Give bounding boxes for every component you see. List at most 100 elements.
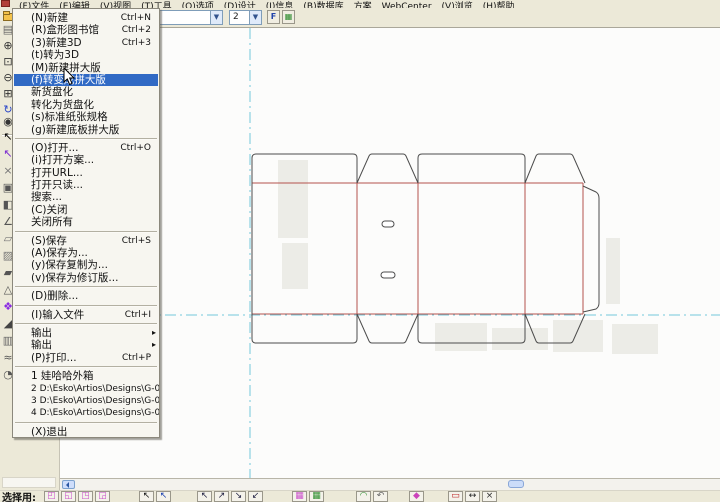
select-previous-button[interactable]: ↖ — [197, 491, 212, 502]
menubar-item-8[interactable]: (B)数据库 — [298, 0, 348, 8]
menu-item-convert-to-manufacturing[interactable]: (f)转变成拼大版 — [14, 74, 158, 86]
menu-item-label: (I)输入文件 — [31, 309, 84, 321]
menu-item-new-counter-layout[interactable]: (g)新建底板拼大版 — [13, 124, 159, 136]
menu-item-save-as[interactable]: (A)保存为... — [13, 247, 159, 259]
status-label: 选择用: — [2, 489, 36, 502]
menu-item-recent-4[interactable]: 4 D:\Esko\Artios\Designs\G-0015 — [13, 407, 159, 419]
menu-item-open-project[interactable]: (i)打开方案... — [13, 154, 159, 166]
menu-item-open-readonly[interactable]: 打开只读... — [13, 179, 159, 191]
menu-item-label: (i)打开方案... — [31, 154, 94, 166]
flag-select-button[interactable]: ◆ — [409, 491, 424, 502]
status-button-group-2: ↖↖ — [139, 491, 173, 502]
menu-item-convert-to-palletization[interactable]: 转化为货盘化 — [13, 99, 159, 111]
select-rect-all-button[interactable]: ◲ — [95, 491, 110, 502]
style-combo[interactable]: ▼ — [150, 10, 223, 25]
select-rect-inside-icon: ◰ — [47, 491, 56, 501]
stretch-button[interactable]: ↔ — [465, 491, 480, 502]
menu-item-delete[interactable]: (D)删除... — [13, 290, 159, 302]
chevron-down-icon[interactable]: ▼ — [210, 11, 222, 24]
select-arrow-button[interactable]: ↖ — [139, 491, 154, 502]
select-rect-cross-button[interactable]: ◱ — [61, 491, 76, 502]
menu-shortcut: Ctrl+S — [122, 235, 151, 247]
menu-item-export-2[interactable]: 输出 ▸ — [13, 339, 159, 351]
menu-item-new-3d[interactable]: (3)新建3DCtrl+3 — [13, 37, 159, 49]
menu-item-label: (C)关闭 — [31, 204, 68, 216]
watermark-shape — [278, 160, 658, 354]
scale-combo[interactable]: 2 ▼ — [229, 10, 262, 25]
menu-item-open[interactable]: (O)打开...Ctrl+O — [13, 142, 159, 154]
menubar-item-7[interactable]: (I)信息 — [261, 0, 299, 8]
zoom-rect-button[interactable]: ▭ — [448, 491, 463, 502]
menu-item-new-palletization[interactable]: 新货盘化 — [13, 86, 159, 98]
menubar-item-6[interactable]: (D)设计 — [219, 0, 261, 8]
select-next-button[interactable]: ↗ — [214, 491, 229, 502]
menu-item-recent-1[interactable]: 1 娃哈哈外箱 — [13, 370, 159, 382]
menu-item-standard-sheet-sizes[interactable]: (s)标准纸张规格 — [13, 111, 159, 123]
menu-bar: (F)文件(E)编辑(V)视图(T)工具(O)选项(D)设计(I)信息(B)数据… — [0, 0, 720, 8]
menu-separator — [15, 422, 157, 424]
bottom-left-panel — [0, 438, 60, 490]
menu-separator — [15, 305, 157, 307]
undo-select-button[interactable]: ↶ — [373, 491, 388, 502]
cut-selection-button[interactable]: × — [482, 491, 497, 502]
menu-shortcut: Ctrl+O — [120, 142, 151, 154]
menu-item-close-all[interactable]: 关闭所有 — [13, 216, 159, 228]
menubar-item-10[interactable]: WebCenter — [377, 0, 437, 8]
menu-item-new-manufacturing[interactable]: (M)新建拼大版 — [13, 62, 159, 74]
scrollbar-thumb[interactable] — [508, 480, 524, 488]
menu-item-label: (A)保存为... — [31, 247, 88, 259]
app-icon — [1, 0, 10, 7]
status-bar: 选择用: ◰◱◳◲↖↖↖↗↘↙▦▦◠↶◆▭↔× — [0, 490, 720, 502]
menubar-item-2[interactable]: (E)编辑 — [54, 0, 95, 8]
select-arrow-add-icon: ↖ — [160, 491, 168, 501]
select-rect-inside-button[interactable]: ◰ — [44, 491, 59, 502]
select-outside-button[interactable]: ↙ — [248, 491, 263, 502]
menu-item-export-1[interactable]: 输出▸ — [13, 327, 159, 339]
submenu-arrow-icon: ▸ — [152, 339, 156, 351]
arc-select-button[interactable]: ◠ — [356, 491, 371, 502]
group-select-icon: ▦ — [295, 491, 304, 501]
menu-item-save-as-revision[interactable]: (v)保存为修订版... — [13, 272, 159, 284]
select-inside-button[interactable]: ↘ — [231, 491, 246, 502]
menu-item-label: (t)转为3D — [31, 49, 79, 61]
menu-item-label: 输出 — [31, 339, 52, 351]
menubar-item-11[interactable]: (V)浏览 — [437, 0, 478, 8]
menu-item-exit[interactable]: (X)退出 — [13, 426, 159, 438]
menubar-item-1[interactable]: (F)文件 — [14, 0, 54, 8]
menubar-item-3[interactable]: (V)视图 — [95, 0, 136, 8]
submenu-arrow-icon: ▸ — [152, 327, 156, 339]
menu-item-convert-to-3d[interactable]: (t)转为3D — [13, 49, 159, 61]
menu-item-label: 3 D:\Esko\Artios\Designs\G-0019 — [31, 396, 159, 406]
menu-item-close[interactable]: (C)关闭 — [13, 204, 159, 216]
menubar-item-4[interactable]: (T)工具 — [136, 0, 177, 8]
menu-item-search[interactable]: 搜索... — [13, 191, 159, 203]
format-button[interactable]: F — [267, 10, 280, 24]
menu-item-open-url[interactable]: 打开URL... — [13, 167, 159, 179]
menu-item-new[interactable]: (N)新建Ctrl+N — [13, 12, 159, 24]
select-rect-designs-button[interactable]: ◳ — [78, 491, 93, 502]
menu-item-label: (S)保存 — [31, 235, 67, 247]
menu-item-recent-3[interactable]: 3 D:\Esko\Artios\Designs\G-0019 — [13, 395, 159, 407]
toolbar-buttons: F▦ — [267, 10, 297, 24]
menu-item-save-copy-as[interactable]: (y)保存复制为... — [13, 259, 159, 271]
menu-item-label: (y)保存复制为... — [31, 259, 108, 271]
menu-item-save[interactable]: (S)保存 Ctrl+S — [13, 235, 159, 247]
options-button[interactable]: ▦ — [282, 10, 295, 24]
menu-item-print[interactable]: (P)打印...Ctrl+P — [13, 352, 159, 364]
menubar-item-12[interactable]: (H)帮助 — [478, 0, 520, 8]
menu-separator — [15, 366, 157, 368]
menu-item-import-file[interactable]: (I)输入文件Ctrl+I — [13, 309, 159, 321]
status-button-group-1: ◰ ◱◳◲ — [44, 491, 112, 502]
menu-item-style-catalog[interactable]: (R)盒形图书馆Ctrl+2 — [13, 24, 159, 36]
menu-item-label: (3)新建3D — [31, 37, 82, 49]
menubar-item-9[interactable]: 方案 — [349, 0, 377, 8]
select-arrow-add-button[interactable]: ↖ — [156, 491, 171, 502]
group-select-button[interactable]: ▦ — [292, 491, 307, 502]
scroll-left-button[interactable] — [62, 480, 75, 489]
layer-select-button[interactable]: ▦ — [309, 491, 324, 502]
horizontal-scrollbar[interactable] — [60, 478, 720, 490]
menubar-item-5[interactable]: (O)选项 — [177, 0, 219, 8]
menu-item-recent-2[interactable]: 2 D:\Esko\Artios\Designs\G-0018 — [13, 383, 159, 395]
chevron-down-icon[interactable]: ▼ — [249, 11, 261, 24]
menu-item-label: 搜索... — [31, 191, 62, 203]
